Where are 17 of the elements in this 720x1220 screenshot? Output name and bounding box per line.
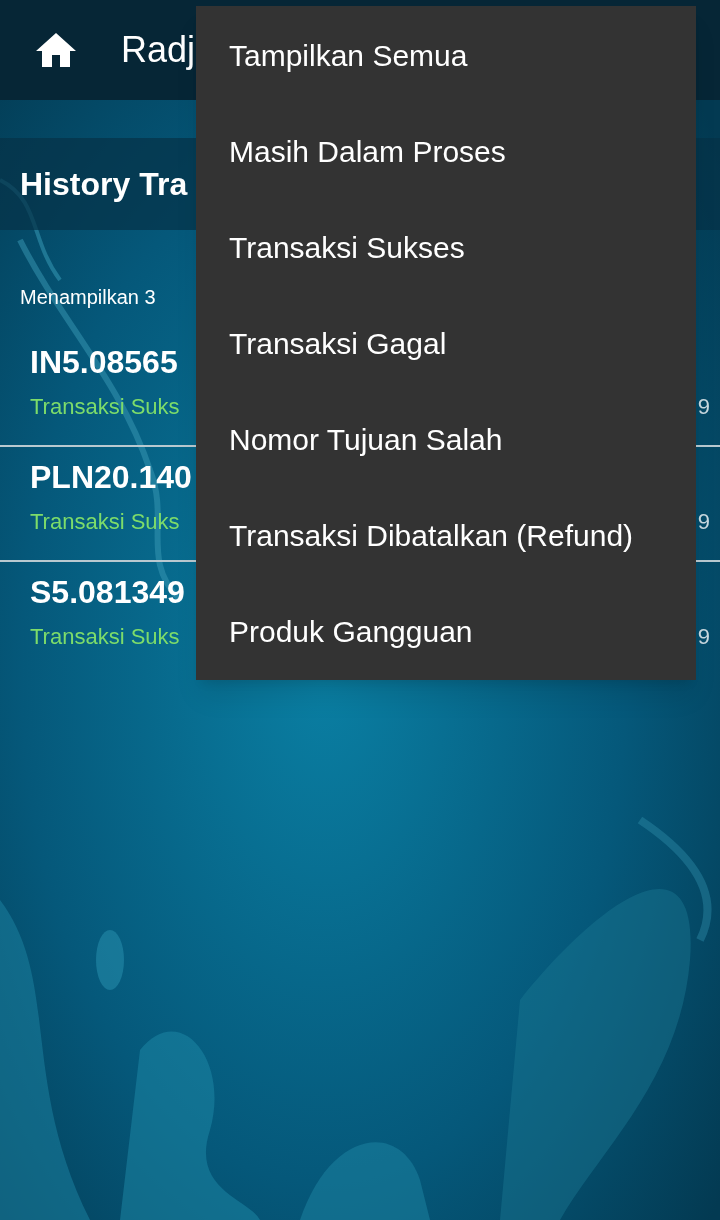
menu-item[interactable]: Transaksi Gagal — [196, 295, 696, 391]
page-title: History Tra — [20, 165, 188, 204]
transaction-id: PLN20.140 — [30, 458, 192, 497]
menu-item[interactable]: Nomor Tujuan Salah — [196, 391, 696, 487]
transaction-id: IN5.08565 — [30, 343, 178, 382]
transaction-date: 9 — [697, 508, 710, 536]
transaction-status: Transaksi Suks — [30, 393, 180, 421]
app-title: Radj — [121, 28, 196, 72]
transaction-date: 9 — [697, 393, 710, 421]
home-icon[interactable] — [36, 33, 76, 67]
menu-item[interactable]: Masih Dalam Proses — [196, 103, 696, 199]
menu-item[interactable]: Transaksi Dibatalkan (Refund) — [196, 487, 696, 583]
menu-item[interactable]: Tampilkan Semua — [196, 7, 696, 103]
transaction-status: Transaksi Suks — [30, 508, 180, 536]
menu-item[interactable]: Transaksi Sukses — [196, 199, 696, 295]
summary-text: Menampilkan 3 — [20, 286, 156, 308]
menu-item[interactable]: Produk Gangguan — [196, 583, 696, 679]
